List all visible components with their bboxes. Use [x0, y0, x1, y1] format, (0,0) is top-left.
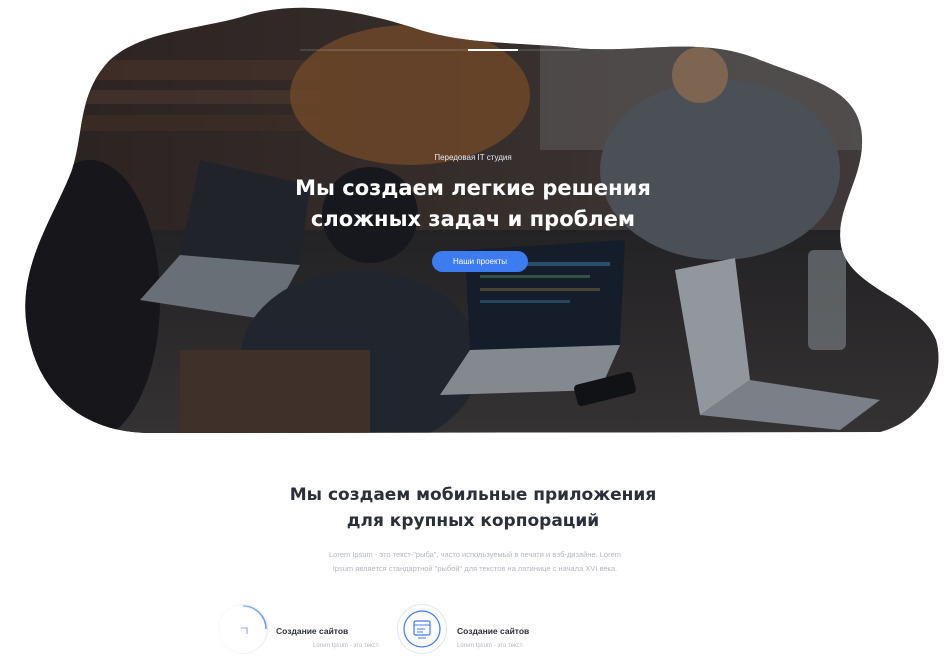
hero-title-line1: Мы создаем легкие решения — [295, 176, 651, 200]
hero-section: Передовая IT студия Мы создаем легкие ре… — [0, 0, 946, 440]
section-description: Lorem Ipsum - это текст-"рыба", часто ис… — [300, 548, 650, 576]
service-icon-ring — [397, 604, 447, 654]
hero-text: Передовая IT студия Мы создаем легкие ре… — [0, 0, 946, 440]
section-title-line1: Мы создаем мобильные приложения — [289, 485, 657, 505]
fade-overlay-left — [200, 600, 320, 663]
section-desc-line1: Lorem Ipsum - это текст-"рыба", часто ис… — [328, 550, 621, 559]
section-desc-line2: Ipsum является стандартной "рыбой" для т… — [332, 564, 618, 573]
service-title: Создание сайтов — [457, 626, 530, 636]
section-title-line2: для крупных корпораций — [346, 511, 600, 531]
service-text: Lorem Ipsum - это текст- — [313, 643, 381, 649]
hero-tagline: Передовая IT студия — [434, 153, 512, 162]
service-text: Lorem Ipsum - это текст- — [457, 643, 525, 649]
fade-overlay-right — [540, 600, 660, 663]
website-builder-icon — [403, 610, 441, 648]
hero-title: Мы создаем легкие решения сложных задач … — [0, 173, 946, 235]
hero-title-line2: сложных задач и проблем — [310, 207, 636, 231]
section-title: Мы создаем мобильные приложения для круп… — [0, 482, 946, 534]
projects-button[interactable]: Наши проекты — [432, 251, 528, 272]
